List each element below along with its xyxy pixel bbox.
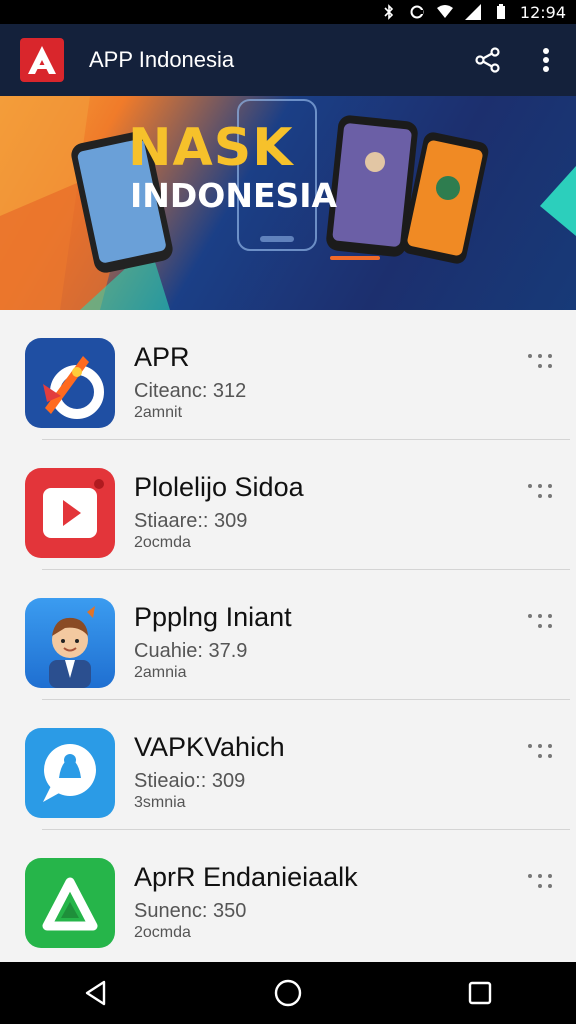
app-meta: Citeanc: 312: [134, 380, 247, 402]
chat-bubble-app-icon: [25, 728, 115, 818]
list-item[interactable]: Plolelijo Sidoa Stiaare:: 309 2ocmda: [0, 440, 576, 570]
more-dots-icon: [528, 614, 552, 628]
cartoon-avatar-app-icon: [25, 598, 115, 688]
app-meta: Stiaare:: 309: [134, 510, 248, 532]
video-play-app-icon: [25, 468, 115, 558]
app-name: Ppplng Iniant: [134, 602, 292, 632]
overflow-menu-button[interactable]: [522, 36, 570, 84]
more-dots-icon: [528, 354, 552, 368]
banner-subtitle: INDONESIA: [130, 176, 338, 215]
more-dots-icon: [528, 874, 552, 888]
home-circle-icon: [274, 979, 302, 1007]
list-item[interactable]: Ppplng Iniant Cuahie: 37.9 2amnia: [0, 570, 576, 700]
list-item[interactable]: APR Citeanc: 312 2amnit: [0, 310, 576, 440]
app-name: VAPKVahich: [134, 732, 285, 762]
share-button[interactable]: [464, 36, 512, 84]
app-sub: 2amnia: [134, 664, 187, 681]
app-logo: [20, 38, 64, 82]
wifi-icon: [436, 5, 453, 18]
sync-icon: [410, 5, 424, 19]
item-more-button[interactable]: [522, 606, 558, 642]
app-sub: 2ocmda: [134, 534, 191, 551]
list-item[interactable]: AprR Endanieiaalk Sunenc: 350 2ocmda: [0, 830, 576, 960]
status-bar: 12:94: [0, 0, 576, 24]
more-dots-icon: [528, 484, 552, 498]
signal-icon: [464, 4, 481, 20]
list-item[interactable]: VAPKVahich Stieaio:: 309 3smnia: [0, 700, 576, 830]
app-list: APR Citeanc: 312 2amnit Plolelijo Sidoa …: [0, 310, 576, 962]
home-button[interactable]: [258, 963, 318, 1023]
status-time: 12:94: [519, 2, 566, 22]
app-bar: APP Indonesia: [0, 24, 576, 96]
app-title: APP Indonesia: [89, 47, 235, 72]
battery-icon: [496, 4, 505, 19]
item-more-button[interactable]: [522, 476, 558, 512]
colorful-arrow-app-icon: [25, 338, 115, 428]
item-more-button[interactable]: [522, 346, 558, 382]
app-meta: Cuahie: 37.9: [134, 640, 248, 662]
app-name: Plolelijo Sidoa: [134, 472, 304, 502]
green-triangle-app-icon: [25, 858, 115, 948]
app-sub: 3smnia: [134, 794, 186, 811]
logo-a-icon: [28, 46, 56, 74]
banner-title: NASK: [128, 118, 294, 178]
app-name: AprR Endanieiaalk: [134, 862, 358, 892]
bluetooth-icon: [384, 4, 394, 20]
promo-banner[interactable]: NASK INDONESIA: [0, 96, 576, 310]
app-name: APR: [134, 342, 190, 372]
back-triangle-icon: [85, 980, 106, 1006]
recents-square-icon: [468, 981, 492, 1005]
app-meta: Stieaio:: 309: [134, 770, 246, 792]
more-dots-icon: [528, 744, 552, 758]
recents-button[interactable]: [450, 963, 510, 1023]
app-sub: 2amnit: [134, 404, 183, 421]
more-vert-icon: [543, 48, 549, 72]
share-icon: [475, 47, 500, 73]
system-nav-bar: [0, 962, 576, 1024]
back-button[interactable]: [66, 963, 126, 1023]
item-more-button[interactable]: [522, 866, 558, 902]
app-sub: 2ocmda: [134, 924, 191, 941]
item-more-button[interactable]: [522, 736, 558, 772]
app-meta: Sunenc: 350: [134, 900, 247, 922]
